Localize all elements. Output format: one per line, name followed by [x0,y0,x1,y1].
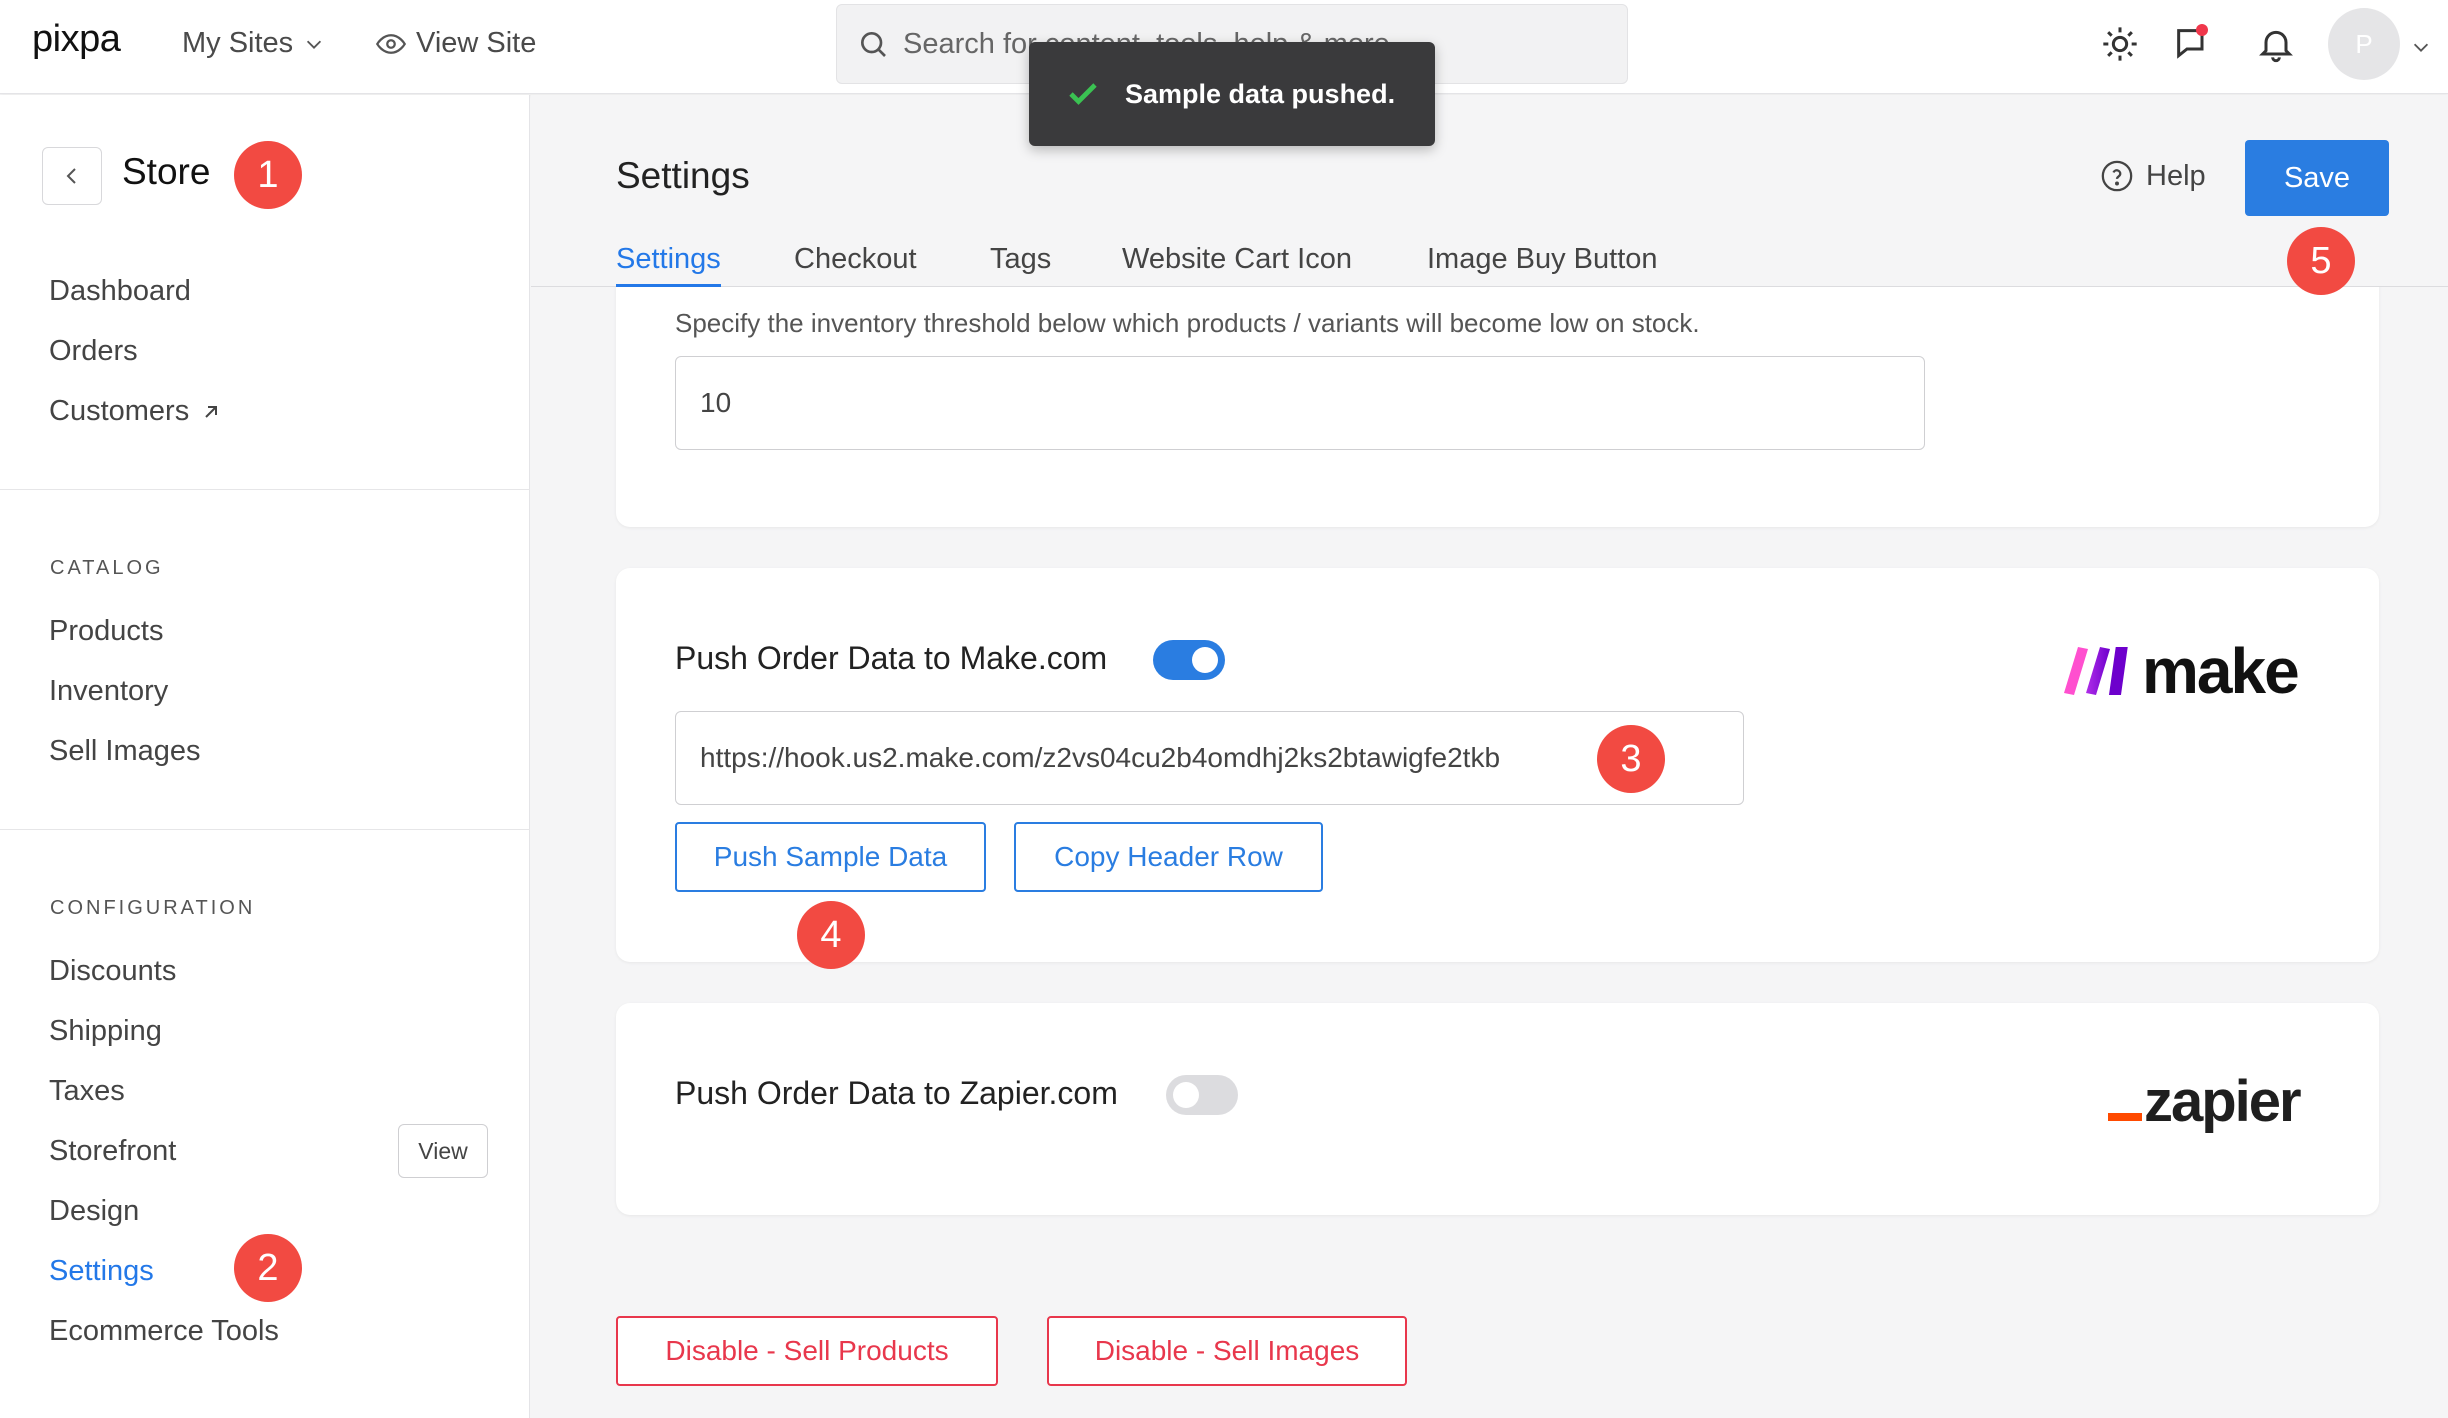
zapier-logo: zapier [2108,1068,2302,1135]
step-marker: 3 [1597,725,1665,793]
sidebar-item-sell-images[interactable]: Sell Images [49,735,201,768]
sidebar-item-customers[interactable]: Customers [49,395,223,428]
check-icon [1069,83,1097,105]
zapier-logo-text: zapier [2144,1069,2302,1134]
sidebar-item-taxes[interactable]: Taxes [49,1075,125,1108]
toast-message: Sample data pushed. [1125,78,1396,109]
chevron-down-icon [307,40,322,49]
chevron-left-icon [66,168,76,184]
make-logo-text: make [2142,635,2300,707]
tab-tags[interactable]: Tags [990,243,1051,287]
make-logo: make [2062,634,2300,708]
configuration-section-label: CONFIGURATION [50,897,256,919]
disable-sell-images-button[interactable]: Disable - Sell Images [1047,1316,1407,1386]
sidebar-item-settings[interactable]: Settings [49,1255,154,1288]
zapier-toggle[interactable] [1166,1075,1238,1115]
catalog-section-label: CATALOG [50,557,164,579]
notifications-button[interactable] [2256,24,2296,69]
view-site-label: View Site [416,27,537,59]
sidebar-item-discounts[interactable]: Discounts [49,955,176,988]
sidebar-title: Store [122,151,211,192]
inventory-threshold-input[interactable] [675,356,1925,450]
toggle-knob [1192,647,1218,673]
success-toast: Sample data pushed. [1029,42,1435,146]
sun-icon [2103,27,2137,61]
tab-website-cart-icon[interactable]: Website Cart Icon [1122,243,1352,287]
zapier-logo-bar [2108,1113,2142,1121]
step-marker: 5 [2287,227,2355,295]
chevron-down-icon[interactable] [2410,36,2432,58]
save-button[interactable]: Save [2245,140,2389,216]
search-icon [861,32,886,57]
sidebar-divider [0,489,530,490]
toggle-knob [1173,1082,1199,1108]
settings-header: Settings Help Save Settings Checkout Tag… [531,95,2448,287]
back-button[interactable] [42,147,102,205]
external-link-icon [205,405,218,418]
sidebar-divider [0,829,530,830]
step-marker: 4 [797,901,865,969]
make-webhook-url-field[interactable] [675,711,1744,805]
copy-header-row-button[interactable]: Copy Header Row [1014,822,1323,892]
sidebar-item-dashboard[interactable]: Dashboard [49,275,191,308]
tab-checkout[interactable]: Checkout [794,243,917,287]
sidebar-item-ecommerce-tools[interactable]: Ecommerce Tools [49,1315,279,1348]
help-link[interactable]: Help [2100,159,2206,193]
sidebar-item-orders[interactable]: Orders [49,335,138,368]
my-sites-dropdown[interactable]: My Sites [182,27,325,60]
sidebar: Store Dashboard Orders Customers CATALOG… [0,95,530,1418]
sidebar-item-shipping[interactable]: Shipping [49,1015,162,1048]
sidebar-item-inventory[interactable]: Inventory [49,675,168,708]
help-label: Help [2146,159,2206,192]
inventory-threshold-hint: Specify the inventory threshold below wh… [675,308,1700,338]
sidebar-item-products[interactable]: Products [49,615,163,648]
step-marker: 2 [234,1234,302,1302]
tab-image-buy-button[interactable]: Image Buy Button [1427,243,1658,287]
my-sites-label: My Sites [182,27,294,59]
storefront-view-button[interactable]: View [398,1124,488,1178]
eye-icon [376,33,406,54]
bell-icon [2259,30,2293,63]
step-marker: 1 [234,141,302,209]
unread-badge [2196,24,2208,36]
sidebar-item-design[interactable]: Design [49,1195,139,1228]
push-sample-data-button[interactable]: Push Sample Data [675,822,986,892]
make-logo-icon [2064,647,2128,695]
question-circle-icon [2101,160,2133,192]
view-site-link[interactable]: View Site [376,27,536,60]
sidebar-item-label: Customers [49,395,190,427]
zapier-card-title: Push Order Data to Zapier.com [675,1075,1118,1111]
tab-settings[interactable]: Settings [616,243,721,287]
sidebar-item-storefront[interactable]: Storefront [49,1135,176,1168]
disable-sell-products-button[interactable]: Disable - Sell Products [616,1316,998,1386]
avatar[interactable]: P [2328,8,2400,80]
page-title: Settings [616,155,750,196]
make-card-title: Push Order Data to Make.com [675,640,1108,676]
theme-toggle-button[interactable] [2100,24,2140,69]
make-toggle[interactable] [1153,640,1225,680]
pixpa-logo[interactable]: pixpa [32,18,121,61]
